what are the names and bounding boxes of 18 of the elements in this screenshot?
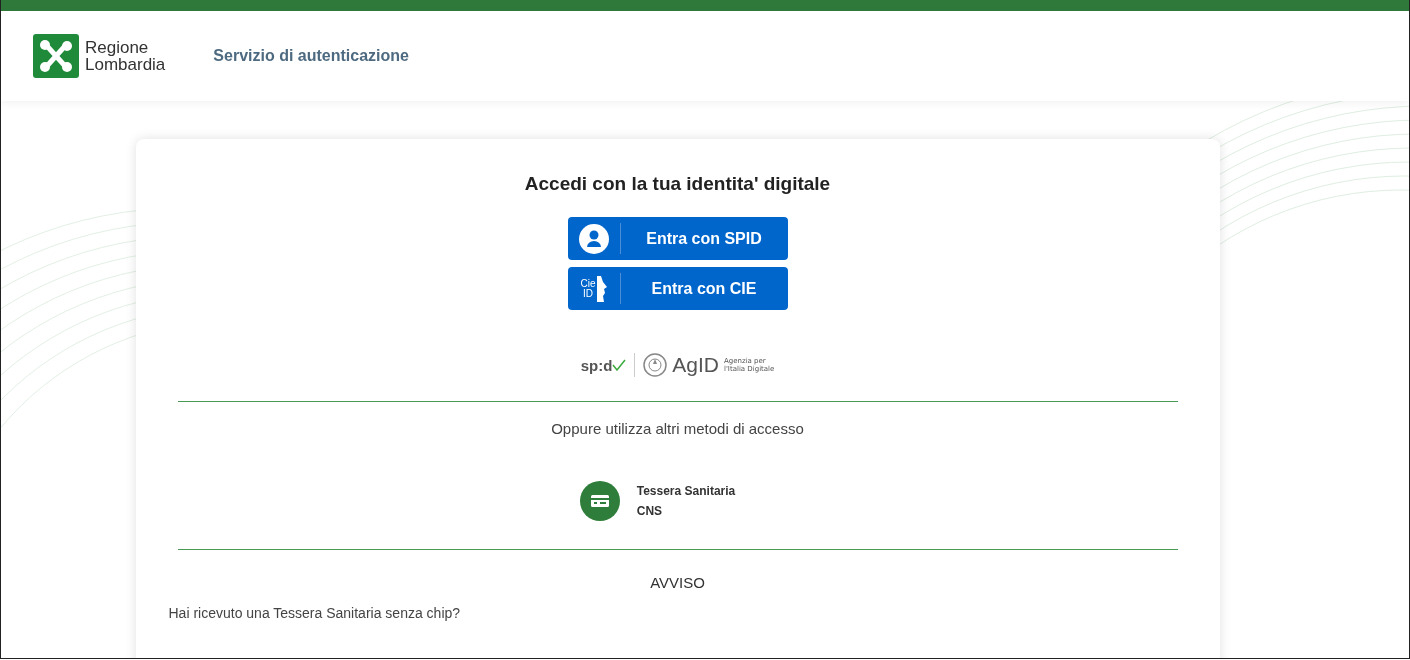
notice-text: Hai ricevuto una Tessera Sanitaria senza chip? [168, 605, 461, 621]
card-icon [579, 481, 620, 521]
emblem-icon [643, 353, 668, 377]
agid-logo-text: AgID [672, 353, 719, 377]
alt-methods-text: Oppure utilizza altri metodi di accesso [551, 420, 804, 437]
logo-icon [33, 34, 79, 78]
cie-logo-text: Cie ID [580, 278, 596, 299]
face-profile-icon [596, 275, 607, 302]
logo-text: Regione [85, 39, 150, 56]
login-button[interactable]: Entra con SPID [567, 217, 788, 260]
spid-logo: sp:d [580, 356, 627, 374]
logo-text: Lombardia [85, 56, 166, 73]
login-button[interactable]: Cie ID Entra con CIE [567, 267, 788, 310]
card-login-option[interactable]: Tessera Sanitaria CNS [579, 481, 736, 521]
notice-title: AVVISO [650, 574, 705, 591]
person-icon [578, 223, 609, 254]
heading: Accedi con la tua identita' digitale [524, 173, 831, 195]
service-title: Servizio di autenticazione [213, 47, 409, 65]
